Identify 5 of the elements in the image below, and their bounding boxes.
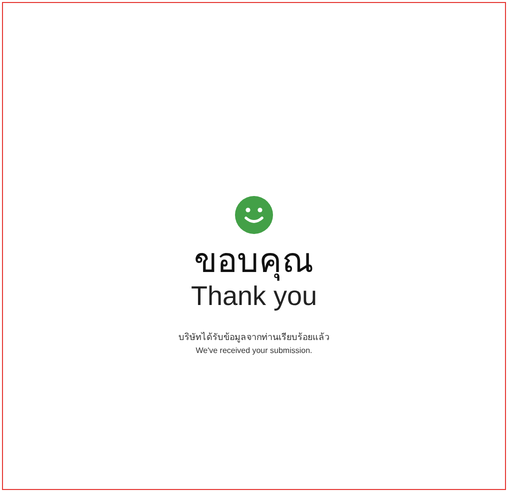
thai-message: บริษัทได้รับข้อมูลจากท่านเรียบร้อยแล้ว <box>178 331 330 345</box>
smiley-icon <box>234 195 274 235</box>
thai-heading: ขอบคุณ <box>194 241 314 281</box>
english-message: We've received your submission. <box>196 345 312 356</box>
english-heading: Thank you <box>190 281 318 311</box>
